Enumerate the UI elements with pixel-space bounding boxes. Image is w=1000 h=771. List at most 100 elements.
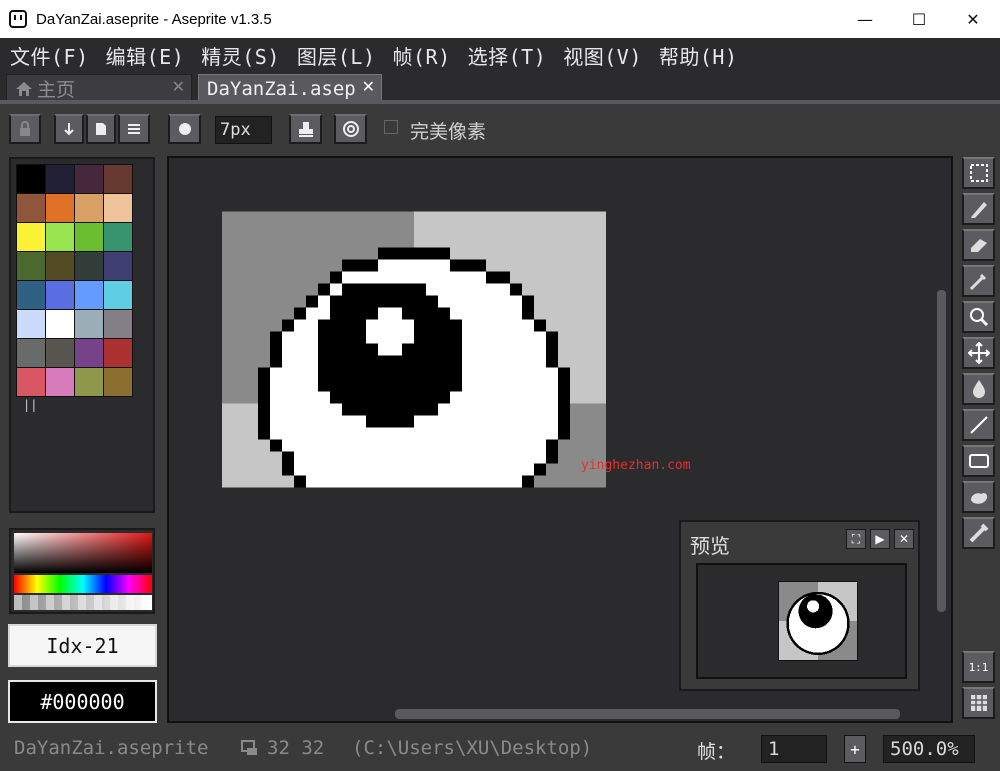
- palette-swatch[interactable]: [104, 281, 132, 309]
- menu-edit[interactable]: 编辑(E): [106, 41, 185, 70]
- palette-swatch[interactable]: [17, 165, 45, 193]
- preview-close-icon[interactable]: ✕: [894, 529, 914, 549]
- palette-swatch[interactable]: [17, 281, 45, 309]
- palette-swatch[interactable]: [17, 223, 45, 251]
- palette-swatch[interactable]: [46, 165, 74, 193]
- timeline-button[interactable]: [962, 687, 995, 719]
- ink-button[interactable]: [289, 114, 322, 144]
- tool-zoom[interactable]: [962, 301, 995, 333]
- window-controls: — ☐ ✕: [838, 0, 1000, 38]
- menu-sprite[interactable]: 精灵(S): [201, 41, 280, 70]
- tool-move[interactable]: [962, 337, 995, 369]
- menu-file[interactable]: 文件(F): [10, 41, 89, 70]
- brush-square-button[interactable]: [86, 114, 116, 144]
- tab-document[interactable]: DaYanZai.aseprite ✕: [198, 74, 382, 102]
- palette-swatch[interactable]: [75, 281, 103, 309]
- frame-field[interactable]: 1: [761, 735, 827, 763]
- aseprite-app-icon: [9, 10, 27, 28]
- palette-swatch[interactable]: [46, 310, 74, 338]
- tool-eyedropper[interactable]: [962, 265, 995, 297]
- palette-swatch[interactable]: [75, 194, 103, 222]
- preview-play-icon[interactable]: ▶: [870, 529, 890, 549]
- preview-sprite: [778, 581, 858, 661]
- status-sprite-size: 32 32: [267, 737, 325, 759]
- menu-help[interactable]: 帮助(H): [659, 41, 738, 70]
- brush-type-button[interactable]: [54, 114, 84, 144]
- palette-swatch[interactable]: [17, 194, 45, 222]
- hue-slider[interactable]: [14, 575, 152, 593]
- tool-paint-bucket[interactable]: [962, 373, 995, 405]
- preview-fullscreen-icon[interactable]: ⛶: [846, 529, 866, 549]
- tool-blur[interactable]: [962, 517, 995, 549]
- tab-home[interactable]: 主页 ✕: [6, 74, 192, 102]
- palette-swatch[interactable]: [17, 310, 45, 338]
- tab-home-label: 主页: [37, 79, 76, 101]
- palette-swatch[interactable]: [46, 223, 74, 251]
- maximize-button[interactable]: ☐: [892, 0, 946, 38]
- menu-select[interactable]: 选择(T): [468, 41, 547, 70]
- tab-home-close-icon[interactable]: ✕: [172, 77, 185, 96]
- one-to-one-button[interactable]: 1:1: [962, 651, 995, 683]
- brush-size-field[interactable]: 7px: [215, 116, 272, 144]
- palette-swatch[interactable]: [104, 165, 132, 193]
- palette-swatch[interactable]: [17, 368, 45, 396]
- sprite-canvas[interactable]: [222, 210, 606, 489]
- home-icon: [16, 81, 32, 96]
- tool-line[interactable]: [962, 409, 995, 441]
- palette-swatch[interactable]: [75, 223, 103, 251]
- palette-swatch[interactable]: [104, 339, 132, 367]
- minimize-button[interactable]: —: [838, 0, 892, 38]
- palette-swatch[interactable]: [104, 252, 132, 280]
- color-hex-field[interactable]: #000000: [8, 680, 157, 723]
- palette-swatch[interactable]: [46, 339, 74, 367]
- sprite-size-icon: [241, 740, 257, 755]
- eraser-icon: [970, 239, 987, 252]
- marquee-icon: [969, 164, 988, 182]
- palette-swatch[interactable]: [75, 339, 103, 367]
- close-button[interactable]: ✕: [946, 0, 1000, 38]
- menu-view[interactable]: 视图(V): [563, 41, 642, 70]
- vertical-scrollbar[interactable]: [937, 290, 946, 612]
- palette-resize-handle[interactable]: ||: [23, 398, 37, 412]
- menu-frame[interactable]: 帧(R): [393, 41, 451, 70]
- palette-swatch[interactable]: [46, 368, 74, 396]
- tab-document-close-icon[interactable]: ✕: [362, 77, 375, 96]
- palette-swatch[interactable]: [104, 368, 132, 396]
- palette-swatch[interactable]: [75, 368, 103, 396]
- preview-title: 预览: [690, 534, 730, 558]
- brush-shape-button[interactable]: [168, 114, 201, 144]
- file-icon: [96, 123, 106, 135]
- saturation-value-picker[interactable]: [14, 533, 152, 573]
- zoom-field[interactable]: 500.0%: [883, 735, 975, 763]
- palette-swatch[interactable]: [104, 194, 132, 222]
- menu-layer[interactable]: 图层(L): [297, 41, 376, 70]
- tool-rectangle[interactable]: [962, 445, 995, 477]
- tool-eraser[interactable]: [962, 229, 995, 261]
- palette-swatch[interactable]: [104, 223, 132, 251]
- tool-contour[interactable]: [962, 481, 995, 513]
- palette-swatch[interactable]: [17, 252, 45, 280]
- palette-swatch[interactable]: [17, 339, 45, 367]
- tool-pencil[interactable]: [962, 193, 995, 225]
- palette-swatch[interactable]: [104, 310, 132, 338]
- color-index-field[interactable]: Idx-21: [8, 624, 157, 667]
- frame-label: 帧：: [697, 741, 736, 763]
- lock-button[interactable]: [9, 114, 41, 144]
- palette-swatch[interactable]: [75, 165, 103, 193]
- palette-swatch[interactable]: [75, 310, 103, 338]
- window-titlebar: DaYanZai.aseprite - Aseprite v1.3.5 — ☐ …: [0, 0, 1000, 38]
- lock-icon: [20, 121, 30, 136]
- palette-swatch[interactable]: [46, 252, 74, 280]
- alpha-slider[interactable]: [14, 595, 152, 610]
- pixel-perfect-checkbox[interactable]: [384, 120, 398, 134]
- horizontal-scrollbar[interactable]: [395, 709, 900, 719]
- tool-rectangular-marquee[interactable]: [962, 157, 995, 189]
- palette-swatch[interactable]: [75, 252, 103, 280]
- opacity-button[interactable]: [334, 114, 367, 144]
- brush-options-button[interactable]: [118, 114, 150, 144]
- context-bar: 7px: [0, 104, 1000, 154]
- stamp-icon: [298, 122, 313, 137]
- add-frame-button[interactable]: +: [844, 735, 866, 763]
- palette-swatch[interactable]: [46, 281, 74, 309]
- palette-swatch[interactable]: [46, 194, 74, 222]
